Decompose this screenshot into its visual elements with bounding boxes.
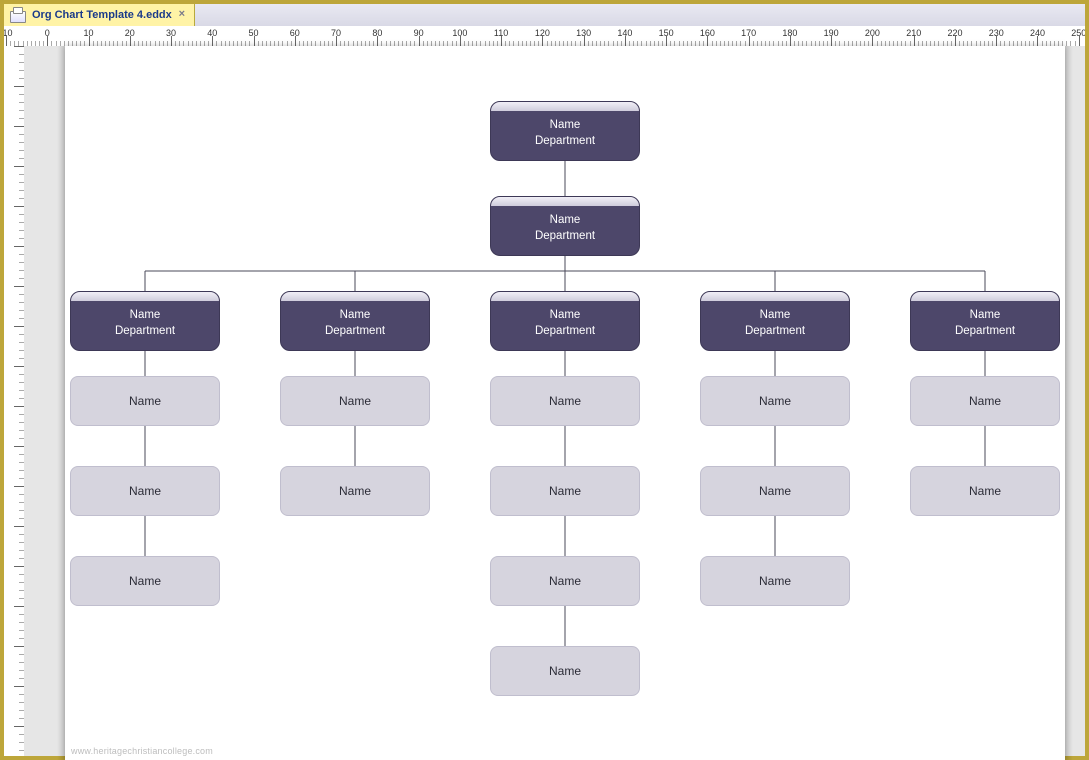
node-name: Name [969, 484, 1001, 498]
org-node-member-3-0[interactable]: Name [700, 376, 850, 426]
node-name: Name [129, 484, 161, 498]
node-name: Name [955, 308, 1015, 324]
node-name: Name [969, 394, 1001, 408]
org-node-member-0-2[interactable]: Name [70, 556, 220, 606]
document-icon [10, 7, 24, 21]
node-name: Name [549, 484, 581, 498]
node-name: Name [549, 664, 581, 678]
workspace[interactable]: www.heritagechristiancollege.com NameDep… [24, 46, 1085, 756]
node-name: Name [549, 574, 581, 588]
org-node-dept-0[interactable]: NameDepartment [70, 291, 220, 351]
node-name: Name [339, 484, 371, 498]
node-department: Department [115, 324, 175, 340]
node-name: Name [759, 484, 791, 498]
node-name: Name [535, 213, 595, 229]
close-icon[interactable]: × [176, 8, 188, 20]
org-node-member-2-0[interactable]: Name [490, 376, 640, 426]
org-node-level2[interactable]: NameDepartment [490, 196, 640, 256]
org-node-dept-1[interactable]: NameDepartment [280, 291, 430, 351]
document-tab[interactable]: Org Chart Template 4.eddx × [4, 4, 195, 26]
org-node-dept-4[interactable]: NameDepartment [910, 291, 1060, 351]
ruler-horizontal[interactable]: -100102030405060708090100110120130140150… [4, 26, 1085, 47]
org-node-dept-2[interactable]: NameDepartment [490, 291, 640, 351]
org-node-member-4-0[interactable]: Name [910, 376, 1060, 426]
node-name: Name [759, 574, 791, 588]
node-name: Name [759, 394, 791, 408]
watermark: www.heritagechristiancollege.com [71, 746, 213, 756]
node-name: Name [745, 308, 805, 324]
org-node-member-3-2[interactable]: Name [700, 556, 850, 606]
org-node-root[interactable]: NameDepartment [490, 101, 640, 161]
org-node-member-2-3[interactable]: Name [490, 646, 640, 696]
org-node-member-0-0[interactable]: Name [70, 376, 220, 426]
tab-bar: Org Chart Template 4.eddx × [4, 4, 1085, 27]
node-name: Name [129, 394, 161, 408]
node-name: Name [129, 574, 161, 588]
node-name: Name [339, 394, 371, 408]
canvas-page[interactable]: www.heritagechristiancollege.com NameDep… [65, 46, 1065, 760]
node-name: Name [535, 118, 595, 134]
node-department: Department [325, 324, 385, 340]
node-name: Name [549, 394, 581, 408]
org-node-member-2-1[interactable]: Name [490, 466, 640, 516]
org-node-member-2-2[interactable]: Name [490, 556, 640, 606]
org-node-member-3-1[interactable]: Name [700, 466, 850, 516]
node-department: Department [535, 324, 595, 340]
org-node-member-1-1[interactable]: Name [280, 466, 430, 516]
node-name: Name [115, 308, 175, 324]
org-node-member-1-0[interactable]: Name [280, 376, 430, 426]
node-department: Department [535, 134, 595, 150]
node-department: Department [745, 324, 805, 340]
org-node-member-0-1[interactable]: Name [70, 466, 220, 516]
org-node-dept-3[interactable]: NameDepartment [700, 291, 850, 351]
ruler-vertical[interactable] [4, 46, 25, 756]
org-node-member-4-1[interactable]: Name [910, 466, 1060, 516]
node-name: Name [535, 308, 595, 324]
node-department: Department [535, 229, 595, 245]
node-name: Name [325, 308, 385, 324]
node-department: Department [955, 324, 1015, 340]
document-tab-title: Org Chart Template 4.eddx [32, 9, 172, 21]
